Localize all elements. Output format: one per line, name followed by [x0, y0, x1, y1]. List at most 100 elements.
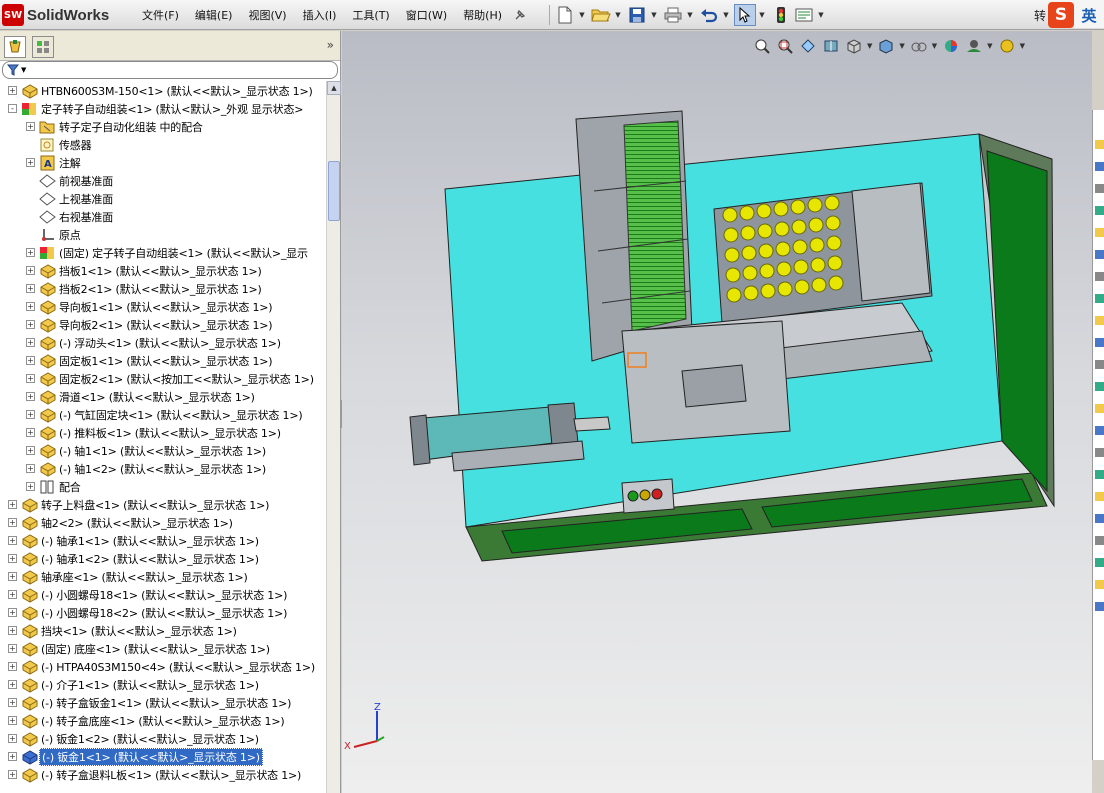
expand-node-icon[interactable]: + — [8, 626, 17, 635]
tree-item[interactable]: + (-) 钣金1<2> (默认<<默认>_显示状态 1>) — [0, 730, 326, 748]
tree-item[interactable]: 原点 — [0, 226, 326, 244]
menu-tools[interactable]: 工具(T) — [344, 7, 397, 23]
menu-window[interactable]: 窗口(W) — [398, 7, 455, 23]
rebuild-traffic-light-icon[interactable] — [770, 4, 792, 26]
ime-mode-toggle[interactable]: 英 — [1074, 2, 1104, 28]
tree-item[interactable]: + (-) 轴1<1> (默认<<默认>_显示状态 1>) — [0, 442, 326, 460]
open-dropdown-icon[interactable]: ▼ — [613, 4, 623, 26]
graphics-viewport[interactable]: ▼ ▼ ▼ ▼ ▼ Z X — [342, 31, 1092, 793]
expand-node-icon[interactable]: + — [8, 698, 17, 707]
expand-node-icon[interactable]: + — [26, 320, 35, 329]
collapse-panel-icon[interactable]: » — [327, 38, 334, 52]
task-pane-icon[interactable] — [1095, 514, 1104, 523]
tree-item[interactable]: + 固定板1<1> (默认<<默认>_显示状态 1>) — [0, 352, 326, 370]
task-pane-icon[interactable] — [1095, 448, 1104, 457]
open-folder-icon[interactable] — [590, 4, 612, 26]
pin-icon[interactable] — [512, 7, 528, 23]
expand-node-icon[interactable]: + — [8, 662, 17, 671]
new-document-icon[interactable] — [554, 4, 576, 26]
task-pane-icon[interactable] — [1095, 184, 1104, 193]
sogou-ime-icon[interactable]: S — [1048, 2, 1074, 28]
expand-node-icon[interactable]: + — [26, 374, 35, 383]
tree-item[interactable]: + (-) 转子盒退料L板<1> (默认<<默认>_显示状态 1>) — [0, 766, 326, 784]
expand-node-icon[interactable]: + — [26, 338, 35, 347]
menu-edit[interactable]: 编辑(E) — [187, 7, 241, 23]
tree-item[interactable]: + (-) 钣金1<1> (默认<<默认>_显示状态 1>) — [0, 748, 326, 766]
tree-item[interactable]: + (-) 轴承1<2> (默认<<默认>_显示状态 1>) — [0, 550, 326, 568]
tree-item[interactable]: 右视基准面 — [0, 208, 326, 226]
task-pane-icon[interactable] — [1095, 360, 1104, 369]
tree-item[interactable]: + (固定) 底座<1> (默认<<默认>_显示状态 1>) — [0, 640, 326, 658]
select-pointer-icon[interactable] — [734, 4, 756, 26]
expand-node-icon[interactable]: + — [8, 500, 17, 509]
task-pane-icon[interactable] — [1095, 470, 1104, 479]
tree-item[interactable]: + (-) 介子1<1> (默认<<默认>_显示状态 1>) — [0, 676, 326, 694]
tree-item[interactable]: + 滑道<1> (默认<<默认>_显示状态 1>) — [0, 388, 326, 406]
scroll-thumb[interactable] — [328, 161, 340, 221]
expand-node-icon[interactable]: + — [8, 86, 17, 95]
tree-item[interactable]: 上视基准面 — [0, 190, 326, 208]
task-pane-icon[interactable] — [1095, 228, 1104, 237]
tree-item[interactable]: + 挡板1<1> (默认<<默认>_显示状态 1>) — [0, 262, 326, 280]
tree-vertical-scrollbar[interactable]: ▲ ▼ — [326, 81, 341, 793]
new-dropdown-icon[interactable]: ▼ — [577, 4, 587, 26]
tree-filter[interactable]: ▼ — [2, 61, 338, 79]
expand-node-icon[interactable]: + — [26, 302, 35, 311]
expand-node-icon[interactable]: + — [8, 770, 17, 779]
tree-item[interactable]: + (-) 转子盒钣金1<1> (默认<<默认>_显示状态 1>) — [0, 694, 326, 712]
expand-node-icon[interactable]: + — [8, 644, 17, 653]
tree-item[interactable]: + 配合 — [0, 478, 326, 496]
tree-item[interactable]: + (-) 推料板<1> (默认<<默认>_显示状态 1>) — [0, 424, 326, 442]
filter-dropdown-icon[interactable]: ▼ — [21, 66, 26, 74]
expand-node-icon[interactable]: + — [8, 752, 17, 761]
menu-view[interactable]: 视图(V) — [240, 7, 294, 23]
expand-node-icon[interactable]: + — [26, 122, 35, 131]
tree-item[interactable]: + (-) 小圆螺母18<1> (默认<<默认>_显示状态 1>) — [0, 586, 326, 604]
tree-item[interactable]: + 轴承座<1> (默认<<默认>_显示状态 1>) — [0, 568, 326, 586]
expand-node-icon[interactable]: + — [26, 158, 35, 167]
tree-item[interactable]: + HTBN600S3M-150<1> (默认<<默认>_显示状态 1>) — [0, 82, 326, 100]
menu-insert[interactable]: 插入(I) — [295, 7, 345, 23]
scroll-up-icon[interactable]: ▲ — [327, 81, 341, 95]
tree-item[interactable]: + 挡块<1> (默认<<默认>_显示状态 1>) — [0, 622, 326, 640]
expand-node-icon[interactable]: + — [26, 266, 35, 275]
expand-node-icon[interactable]: + — [26, 284, 35, 293]
expand-node-icon[interactable]: + — [8, 734, 17, 743]
expand-node-icon[interactable]: + — [26, 392, 35, 401]
menu-file[interactable]: 文件(F) — [134, 7, 187, 23]
print-icon[interactable] — [662, 4, 684, 26]
feature-manager-tab-icon[interactable] — [4, 36, 26, 58]
tree-item[interactable]: + 转子上料盘<1> (默认<<默认>_显示状态 1>) — [0, 496, 326, 514]
task-pane-icon[interactable] — [1095, 316, 1104, 325]
expand-node-icon[interactable]: + — [8, 680, 17, 689]
expand-node-icon[interactable]: + — [8, 554, 17, 563]
save-dropdown-icon[interactable]: ▼ — [649, 4, 659, 26]
task-pane-icon[interactable] — [1095, 294, 1104, 303]
tree-item[interactable]: + (-) 转子盒底座<1> (默认<<默认>_显示状态 1>) — [0, 712, 326, 730]
task-pane-icon[interactable] — [1095, 140, 1104, 149]
tree-item[interactable]: + 转子定子自动化组装 中的配合 — [0, 118, 326, 136]
tree-item[interactable]: 传感器 — [0, 136, 326, 154]
tree-item[interactable]: + 轴2<2> (默认<<默认>_显示状态 1>) — [0, 514, 326, 532]
task-pane-icon[interactable] — [1095, 602, 1104, 611]
tree-item[interactable]: 前视基准面 — [0, 172, 326, 190]
expand-node-icon[interactable]: + — [26, 356, 35, 365]
tree-item[interactable]: + (-) 轴1<2> (默认<<默认>_显示状态 1>) — [0, 460, 326, 478]
task-pane-icon[interactable] — [1095, 492, 1104, 501]
task-pane-icon[interactable] — [1095, 580, 1104, 589]
assembly-model[interactable]: Z X — [342, 31, 1092, 793]
tree-item[interactable]: + (-) 浮动头<1> (默认<<默认>_显示状态 1>) — [0, 334, 326, 352]
expand-node-icon[interactable]: + — [8, 518, 17, 527]
expand-node-icon[interactable]: + — [8, 536, 17, 545]
undo-icon[interactable] — [698, 4, 720, 26]
options-icon[interactable] — [793, 4, 815, 26]
expand-node-icon[interactable]: + — [26, 410, 35, 419]
tree-item[interactable]: + (-) 轴承1<1> (默认<<默认>_显示状态 1>) — [0, 532, 326, 550]
tree-item[interactable]: + 挡板2<1> (默认<<默认>_显示状态 1>) — [0, 280, 326, 298]
task-pane-icon[interactable] — [1095, 558, 1104, 567]
tree-item[interactable]: + (-) HTPA40S3M150<4> (默认<<默认>_显示状态 1>) — [0, 658, 326, 676]
expand-node-icon[interactable]: + — [26, 248, 35, 257]
task-pane-icon[interactable] — [1095, 536, 1104, 545]
task-pane-icon[interactable] — [1095, 206, 1104, 215]
tree-item[interactable]: + (-) 气缸固定块<1> (默认<<默认>_显示状态 1>) — [0, 406, 326, 424]
